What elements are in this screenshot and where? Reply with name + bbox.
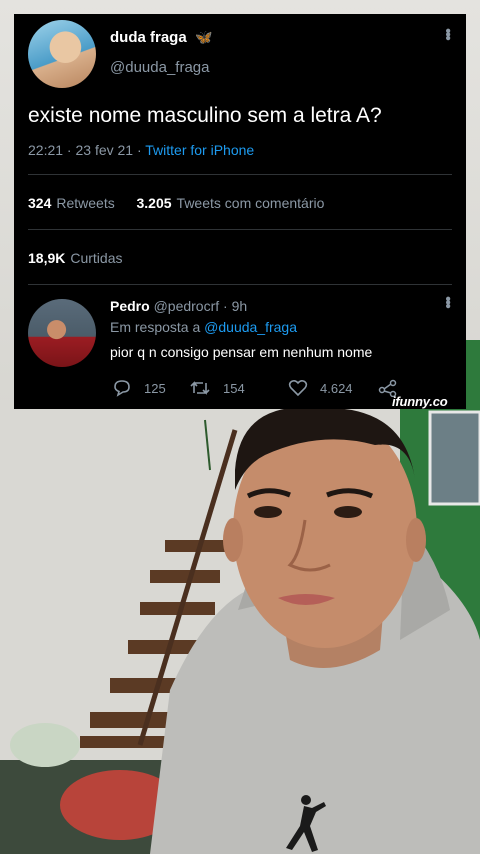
- avatar[interactable]: [28, 20, 96, 88]
- likes-stat[interactable]: 18,9K Curtidas: [28, 250, 123, 266]
- tweet-text: existe nome masculino sem a letra A?: [28, 104, 382, 127]
- more-options-icon[interactable]: •••: [438, 28, 456, 39]
- reply-context: Em resposta a @duuda_fraga: [110, 319, 297, 335]
- butterfly-icon: 🦋: [195, 29, 213, 45]
- retweet-icon: [190, 381, 210, 395]
- user-handle[interactable]: @duuda_fraga: [110, 59, 209, 76]
- tweet-meta: 22:21 · 23 fev 21 · Twitter for iPhone: [28, 142, 254, 158]
- engagement-stats: 324 Retweets 3.205 Tweets com comentário: [28, 195, 324, 211]
- quote-tweets-stat[interactable]: 3.205 Tweets com comentário: [137, 195, 325, 211]
- retweet-button[interactable]: 154: [189, 378, 245, 398]
- like-button[interactable]: 4.624: [288, 378, 353, 398]
- tweet-source-link[interactable]: Twitter for iPhone: [145, 142, 254, 158]
- divider: [28, 229, 452, 230]
- more-options-icon[interactable]: •••: [438, 296, 456, 307]
- ifunny-watermark: ifunny.co: [392, 394, 448, 409]
- divider: [28, 174, 452, 175]
- mention-link[interactable]: @duuda_fraga: [204, 319, 297, 335]
- reply-text: pior q n consigo pensar em nenhum nome: [110, 344, 373, 360]
- reply-button[interactable]: 125: [112, 378, 166, 398]
- divider: [28, 284, 452, 285]
- tweet-timestamp: 22:21 · 23 fev 21 ·: [28, 142, 146, 158]
- reply-avatar[interactable]: [28, 299, 96, 367]
- display-name[interactable]: duda fraga: [110, 29, 187, 46]
- reply-author[interactable]: Pedro @pedrocrf · 9h: [110, 298, 247, 314]
- wall-picture: [428, 410, 480, 506]
- cushion-left: [10, 723, 80, 767]
- reply-icon: [114, 380, 130, 397]
- like-icon: [288, 379, 308, 397]
- retweets-stat[interactable]: 324 Retweets: [28, 195, 115, 211]
- tweet-screenshot: duda fraga 🦋 @duuda_fraga ••• existe nom…: [14, 14, 466, 409]
